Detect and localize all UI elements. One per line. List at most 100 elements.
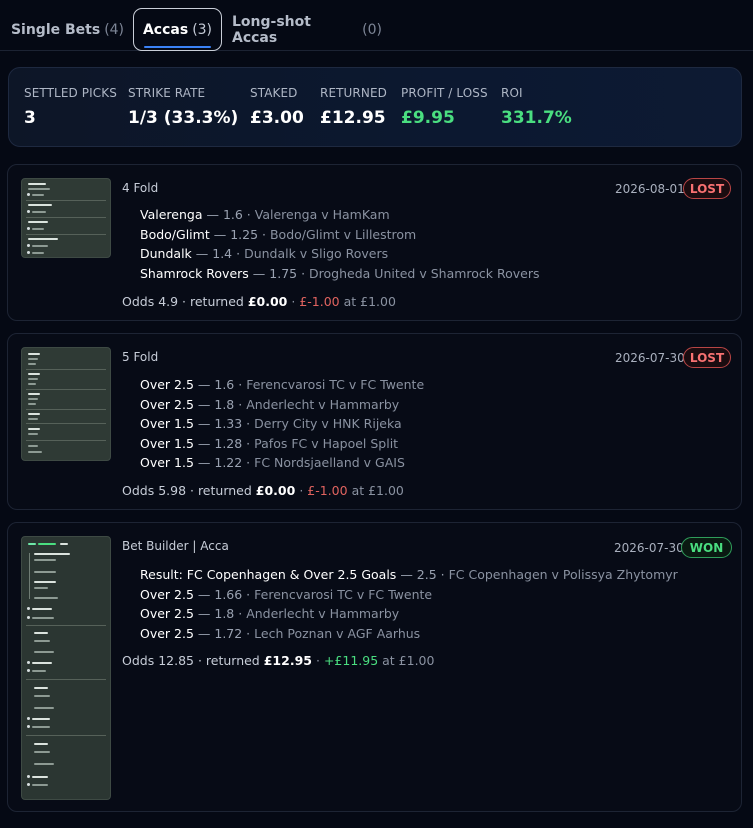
leg-odds: — 1.66 · — [197, 586, 251, 602]
leg-row: Result: FC Copenhagen & Over 2.5 Goals —… — [140, 567, 678, 587]
stat-profit-loss: PROFIT / LOSS £9.95 — [401, 86, 488, 128]
summary-profit-loss: £-1.00 — [307, 483, 348, 498]
tab-label: Long-shot Accas — [232, 13, 311, 46]
summary-stake: at £1.00 — [351, 483, 404, 498]
leg-pick: Bodo/Glimt — [140, 226, 210, 242]
stat-label: ROI — [501, 86, 523, 100]
leg-match: Drogheda United v Shamrock Rovers — [309, 265, 540, 281]
tab-single-bets[interactable]: Single Bets (4) — [10, 8, 125, 51]
leg-odds: — 1.6 · — [197, 377, 243, 392]
leg-pick: Over 2.5 — [140, 377, 194, 392]
tab-count: (0) — [362, 21, 382, 38]
leg-match: Dundalk v Sligo Rovers — [244, 246, 389, 261]
bet-legs: Valerenga — 1.6 · Valerenga v HamKam Bod… — [140, 207, 540, 285]
leg-row: Over 2.5 — 1.8 · Anderlecht v Hammarby — [140, 397, 424, 417]
bet-slip-thumbnail[interactable] — [21, 536, 111, 800]
leg-pick: Over 1.5 — [140, 455, 194, 470]
leg-odds: — 1.25 · — [213, 226, 266, 242]
leg-row: Over 2.5 — 1.66 · Ferencvarosi TC v FC T… — [140, 587, 678, 607]
summary-returned: £12.95 — [263, 653, 312, 668]
summary-profit-loss: +£11.95 — [323, 653, 379, 668]
bet-summary: Odds 5.98 · returned £0.00 · £-1.00 at £… — [122, 483, 404, 498]
leg-match: Ferencvarosi TC v FC Twente — [246, 377, 425, 392]
leg-odds: — 1.75 · — [252, 265, 306, 281]
tab-bar: Single Bets (4) Accas (3) Long-shot Acca… — [0, 0, 753, 51]
leg-match: FC Copenhagen v Polissya Zhytomyr — [448, 567, 678, 582]
leg-match: FC Nordsjaelland v GAIS — [254, 455, 405, 470]
leg-row: Shamrock Rovers — 1.75 · Drogheda United… — [140, 266, 540, 286]
stat-strike-rate: STRIKE RATE 1/3 (33.3%) — [128, 86, 238, 128]
leg-match: Ferencvarosi TC v FC Twente — [254, 586, 433, 602]
leg-row: Over 2.5 — 1.6 · Ferencvarosi TC v FC Tw… — [140, 377, 424, 397]
summary-returned: £0.00 — [255, 483, 296, 498]
summary-separator: · — [315, 653, 320, 668]
bet-card: 4 Fold 2026-08-01 LOST Valerenga — 1.6 ·… — [7, 164, 742, 321]
stat-roi: ROI 331.7% — [501, 86, 572, 128]
bet-date: 2026-07-30 — [615, 351, 685, 365]
bet-card: 5 Fold 2026-07-30 LOST Over 2.5 — 1.6 · … — [7, 333, 742, 510]
stat-label: PROFIT / LOSS — [401, 86, 488, 100]
leg-match: Valerenga v HamKam — [254, 207, 390, 222]
stat-value: £9.95 — [401, 108, 455, 128]
leg-odds: — 2.5 · — [400, 567, 445, 582]
stat-value: £12.95 — [320, 108, 386, 128]
stat-label: SETTLED PICKS — [24, 86, 117, 100]
stat-staked: STAKED £3.00 — [250, 86, 304, 128]
leg-pick: Over 1.5 — [140, 416, 194, 431]
leg-pick: Over 2.5 — [140, 606, 194, 621]
leg-odds: — 1.22 · — [197, 455, 251, 470]
leg-odds: — 1.72 · — [197, 625, 251, 641]
leg-pick: Result: FC Copenhagen & Over 2.5 Goals — [140, 567, 397, 582]
stat-label: STAKED — [250, 86, 298, 100]
leg-row: Over 2.5 — 1.8 · Anderlecht v Hammarby — [140, 606, 678, 626]
stat-settled-picks: SETTLED PICKS 3 — [24, 86, 117, 128]
leg-odds: — 1.8 · — [197, 606, 243, 621]
bet-title: Bet Builder | Acca — [122, 539, 229, 553]
summary-separator: · — [299, 483, 304, 498]
summary-separator: · — [291, 294, 296, 309]
tab-long-shot-accas[interactable]: Long-shot Accas (0) — [232, 8, 382, 51]
status-badge: LOST — [683, 347, 731, 368]
leg-odds: — 1.8 · — [197, 396, 243, 412]
stat-value: 1/3 (33.3%) — [128, 108, 239, 128]
leg-pick: Over 2.5 — [140, 586, 194, 602]
stat-returned: RETURNED £12.95 — [320, 86, 387, 128]
summary-profit-loss: £-1.00 — [299, 294, 340, 309]
leg-match: Anderlecht v Hammarby — [246, 396, 400, 412]
leg-row: Bodo/Glimt — 1.25 · Bodo/Glimt v Lillest… — [140, 227, 540, 247]
stats-panel: SETTLED PICKS 3 STRIKE RATE 1/3 (33.3%) … — [8, 67, 742, 147]
leg-pick: Valerenga — [140, 207, 203, 222]
summary-odds: Odds 12.85 · returned — [122, 653, 260, 668]
status-badge: LOST — [683, 178, 731, 199]
tab-count: (3) — [192, 21, 213, 38]
bet-title: 5 Fold — [122, 350, 159, 364]
summary-odds: Odds 5.98 · returned — [122, 483, 252, 498]
leg-match: Anderlecht v Hammarby — [246, 606, 400, 621]
leg-row: Dundalk — 1.4 · Dundalk v Sligo Rovers — [140, 246, 540, 266]
bet-summary: Odds 4.9 · returned £0.00 · £-1.00 at £1… — [122, 294, 396, 309]
tab-count: (4) — [104, 21, 125, 38]
bet-date: 2026-07-30 — [614, 541, 684, 555]
status-badge: WON — [681, 537, 732, 558]
summary-stake: at £1.00 — [343, 294, 396, 309]
summary-odds: Odds 4.9 · returned — [122, 294, 244, 309]
stat-label: RETURNED — [320, 86, 387, 100]
leg-odds: — 1.4 · — [195, 246, 241, 261]
leg-row: Over 2.5 — 1.72 · Lech Poznan v AGF Aarh… — [140, 626, 678, 646]
leg-match: Lech Poznan v AGF Aarhus — [254, 625, 421, 641]
tab-label: Single Bets — [10, 21, 101, 38]
bet-summary: Odds 12.85 · returned £12.95 · +£11.95 a… — [122, 653, 434, 668]
summary-returned: £0.00 — [247, 294, 288, 309]
bet-slip-thumbnail[interactable] — [21, 347, 111, 461]
bet-slip-thumbnail[interactable] — [21, 178, 111, 258]
stat-value: 3 — [24, 108, 36, 128]
leg-match: Derry City v HNK Rijeka — [254, 416, 402, 431]
leg-row: Over 1.5 — 1.28 · Pafos FC v Hapoel Spli… — [140, 436, 424, 456]
stat-value: £3.00 — [250, 108, 304, 128]
tab-accas[interactable]: Accas (3) — [133, 8, 222, 51]
leg-row: Valerenga — 1.6 · Valerenga v HamKam — [140, 207, 540, 227]
leg-match: Bodo/Glimt v Lillestrom — [269, 226, 417, 242]
bet-legs: Result: FC Copenhagen & Over 2.5 Goals —… — [140, 567, 678, 645]
leg-pick: Dundalk — [140, 246, 192, 261]
leg-pick: Shamrock Rovers — [140, 265, 249, 281]
